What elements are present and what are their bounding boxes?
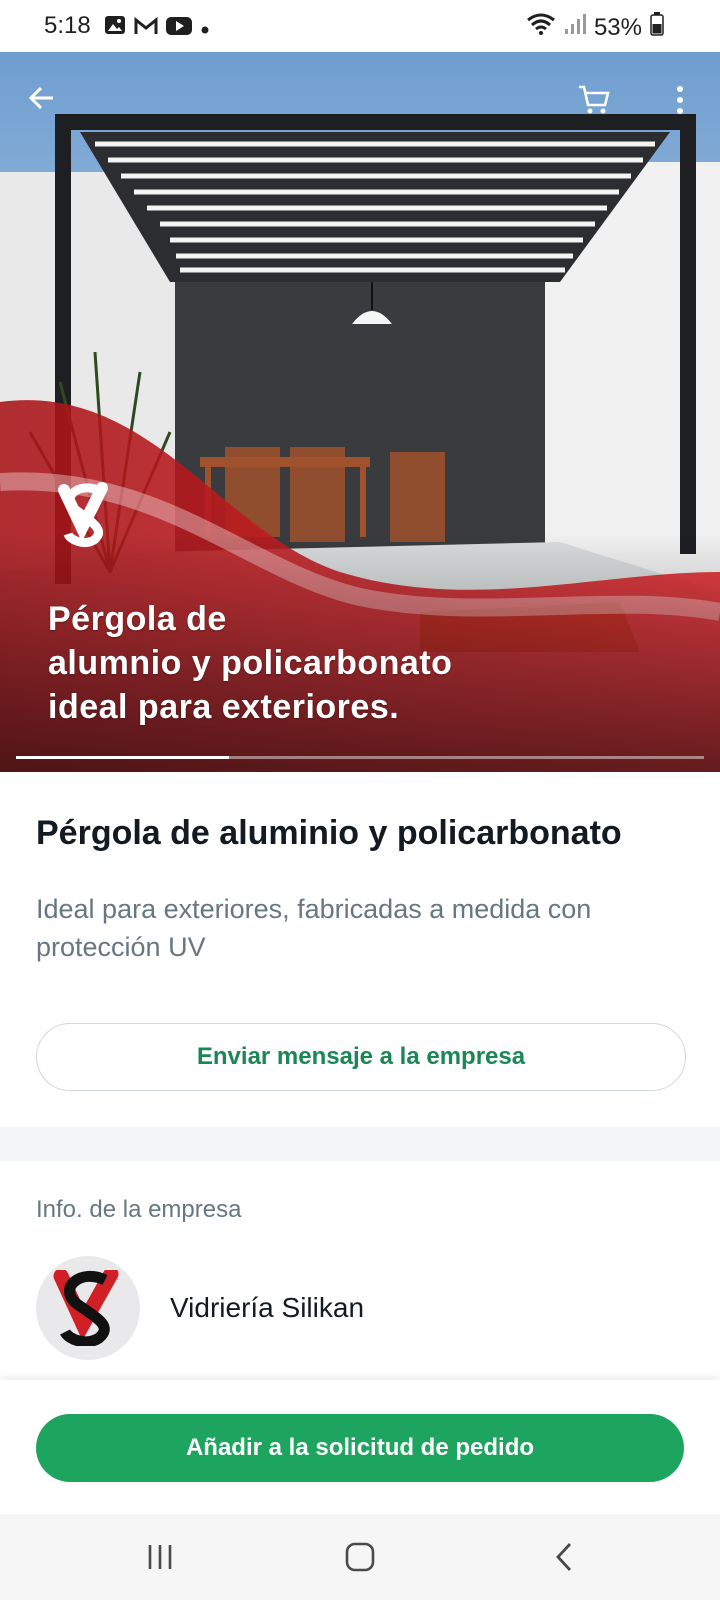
hero-caption-line: alumnio y policarbonato — [48, 644, 453, 682]
chevron-left-icon — [556, 1543, 572, 1571]
battery-icon — [650, 12, 664, 43]
product-description: Ideal para exteriores, fabricadas a medi… — [36, 894, 592, 962]
back-arrow-icon — [28, 86, 53, 110]
hero-caption: Pérgola de alumnio y policarbonato ideal… — [48, 597, 452, 729]
company-name: Vidriería Silikan — [170, 1292, 365, 1323]
system-back-button[interactable] — [534, 1532, 594, 1582]
status-bar: 5:18 53% — [0, 0, 720, 52]
wifi-icon — [526, 13, 556, 42]
notification-icons — [104, 14, 210, 42]
product-title: Pérgola de aluminio y policarbonato — [36, 814, 622, 852]
system-navigation-bar — [0, 1514, 720, 1600]
gallery-icon — [104, 14, 126, 42]
back-button[interactable] — [18, 74, 66, 122]
section-divider — [0, 1127, 720, 1161]
hero-caption-line: Pérgola de — [48, 600, 227, 638]
battery-percent: 53% — [593, 13, 642, 41]
message-company-button[interactable]: Enviar mensaje a la empresa — [36, 1023, 686, 1091]
company-info-label: Info. de la empresa — [36, 1196, 242, 1223]
hero-caption-line: ideal para exteriores. — [48, 688, 400, 726]
carousel-progress-track — [16, 756, 704, 759]
cart-icon — [579, 85, 610, 114]
home-button[interactable] — [330, 1532, 390, 1582]
more-vert-icon — [677, 86, 683, 114]
bottom-action-bar: Añadir a la solicitud de pedido — [0, 1380, 720, 1514]
signal-icon — [564, 13, 586, 42]
company-avatar — [36, 1256, 140, 1360]
recent-apps-icon — [148, 1545, 172, 1569]
cart-button[interactable] — [570, 76, 618, 124]
company-row[interactable]: Vidriería Silikan — [36, 1254, 686, 1362]
carousel-progress-fill — [16, 756, 230, 759]
home-icon — [345, 1542, 375, 1572]
dot-icon — [200, 14, 210, 42]
company-logo-icon — [53, 1270, 119, 1346]
recent-apps-button[interactable] — [130, 1532, 190, 1582]
youtube-icon — [166, 14, 192, 42]
product-hero-image[interactable]: Pérgola de alumnio y policarbonato ideal… — [0, 52, 720, 772]
add-to-order-button[interactable]: Añadir a la solicitud de pedido — [36, 1414, 684, 1482]
gmail-icon — [134, 14, 158, 42]
more-options-button[interactable] — [656, 76, 704, 124]
status-time: 5:18 — [44, 12, 91, 39]
